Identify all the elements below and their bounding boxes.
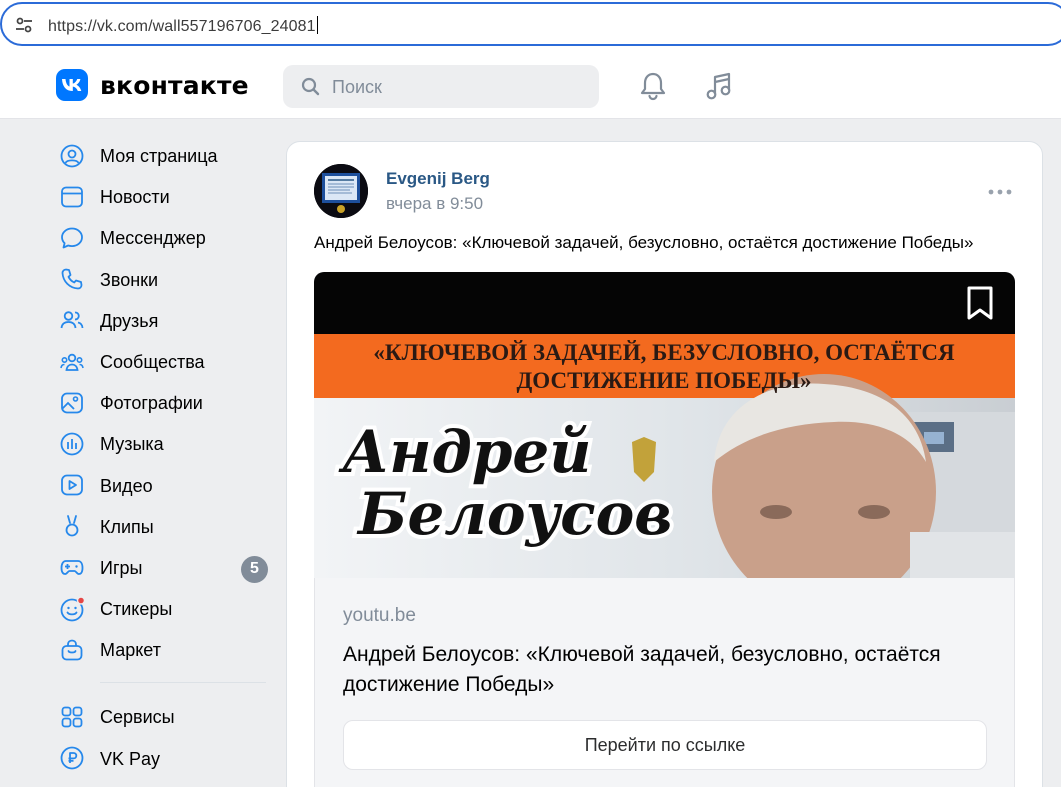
site-header: вконтакте Поиск — [0, 52, 1061, 119]
sticker-icon — [56, 588, 88, 629]
photo-icon — [56, 382, 88, 423]
author-avatar[interactable] — [314, 164, 368, 218]
music-player-icon[interactable] — [705, 71, 733, 101]
sidebar-item-news[interactable]: Новости — [56, 176, 270, 217]
notifications-bell-icon[interactable] — [639, 71, 667, 101]
gamepad-icon — [56, 547, 88, 588]
url-text[interactable]: https://vk.com/wall557196706_24081 — [48, 16, 318, 36]
sidebar-item-label: Клипы — [100, 516, 154, 537]
communities-icon — [56, 341, 88, 382]
banner-line-1: «КЛЮЧЕВОЙ ЗАДАЧЕЙ, БЕЗУСЛОВНО, ОСТАЁТСЯ — [373, 340, 955, 365]
news-icon — [56, 176, 88, 217]
search-placeholder: Поиск — [332, 77, 382, 97]
sidebar-item-label: VK Pay — [100, 748, 161, 769]
sidebar-item-services[interactable]: Сервисы — [56, 696, 270, 737]
wall-post: Evgenij Berg вчера в 9:50 Андрей Белоусо… — [286, 141, 1043, 787]
sidebar-divider — [100, 682, 266, 684]
thumbnail-name-line-2: Белоусов — [356, 480, 672, 548]
friends-icon — [56, 300, 88, 341]
user-circle-icon — [56, 135, 88, 176]
sidebar-item-games[interactable]: Игры 5 — [56, 547, 270, 588]
music-bars-icon — [56, 423, 88, 464]
logo-text: вконтакте — [100, 70, 249, 100]
sidebar-item-label: Музыка — [100, 434, 164, 455]
vk-logo[interactable]: вконтакте — [56, 69, 249, 101]
sidebar-item-friends[interactable]: Друзья — [56, 300, 270, 341]
more-options-icon[interactable] — [988, 188, 1012, 196]
sidebar-item-photos[interactable]: Фотографии — [56, 382, 270, 423]
sidebar-item-messenger[interactable]: Мессенджер — [56, 217, 270, 258]
vkpay-icon — [56, 738, 88, 779]
sidebar-item-label: Моя страница — [100, 146, 218, 166]
sidebar-item-music[interactable]: Музыка — [56, 423, 270, 464]
site-settings-icon[interactable] — [14, 15, 34, 35]
sidebar-item-label: Друзья — [100, 310, 159, 331]
link-title[interactable]: Андрей Белоусов: «Ключевой задачей, безу… — [343, 640, 963, 700]
phone-icon — [56, 259, 88, 300]
open-link-button[interactable]: Перейти по ссылке — [343, 720, 987, 770]
sidebar-item-stickers[interactable]: Стикеры — [56, 588, 270, 629]
sidebar-item-vkpay[interactable]: VK Pay — [56, 738, 270, 779]
left-sidebar-menu: Моя страница Новости Мессенджер Звонки Д… — [56, 135, 270, 779]
link-domain: youtu.be — [343, 605, 416, 626]
search-input[interactable]: Поиск — [283, 65, 599, 108]
sidebar-item-label: Видео — [100, 475, 153, 496]
sidebar-item-label: Маркет — [100, 640, 161, 661]
sidebar-item-label: Сообщества — [100, 351, 205, 372]
sidebar-item-label: Новости — [100, 187, 170, 208]
post-author-link[interactable]: Evgenij Berg — [386, 169, 490, 189]
thumbnail-name-line-1: Андрей — [338, 418, 591, 486]
sidebar-item-label: Игры — [100, 557, 143, 578]
search-icon — [301, 77, 320, 96]
sidebar-item-my-page[interactable]: Моя страница — [56, 135, 270, 176]
link-preview-image[interactable]: «КЛЮЧЕВОЙ ЗАДАЧЕЙ, БЕЗУСЛОВНО, ОСТАЁТСЯ … — [314, 272, 1015, 578]
message-icon — [56, 217, 88, 258]
banner-line-2: ДОСТИЖЕНИЕ ПОБЕДЫ» — [516, 368, 811, 393]
vk-logo-icon — [56, 69, 88, 101]
clips-icon — [56, 506, 88, 547]
sidebar-item-label: Мессенджер — [100, 228, 206, 249]
sidebar-item-calls[interactable]: Звонки — [56, 259, 270, 300]
sidebar-item-label: Сервисы — [100, 707, 175, 728]
sidebar-item-label: Стикеры — [100, 599, 173, 620]
sidebar-item-clips[interactable]: Клипы — [56, 506, 270, 547]
sidebar-item-label: Звонки — [100, 269, 159, 290]
services-icon — [56, 697, 88, 738]
video-icon — [56, 465, 88, 506]
market-bag-icon — [56, 629, 88, 670]
link-preview-card[interactable]: youtu.be Андрей Белоусов: «Ключевой зада… — [314, 578, 1015, 787]
url-field[interactable]: https://vk.com/wall557196706_24081 — [0, 2, 1061, 46]
sidebar-item-video[interactable]: Видео — [56, 465, 270, 506]
post-text: Андрей Белоусов: «Ключевой задачей, безу… — [314, 233, 974, 252]
sidebar-item-market[interactable]: Маркет — [56, 629, 270, 670]
games-count-badge: 5 — [241, 555, 268, 583]
sidebar-item-label: Фотографии — [100, 393, 203, 414]
post-timestamp[interactable]: вчера в 9:50 — [386, 194, 483, 214]
sidebar-item-communities[interactable]: Сообщества — [56, 341, 270, 382]
browser-address-bar: https://vk.com/wall557196706_24081 — [0, 0, 1061, 52]
